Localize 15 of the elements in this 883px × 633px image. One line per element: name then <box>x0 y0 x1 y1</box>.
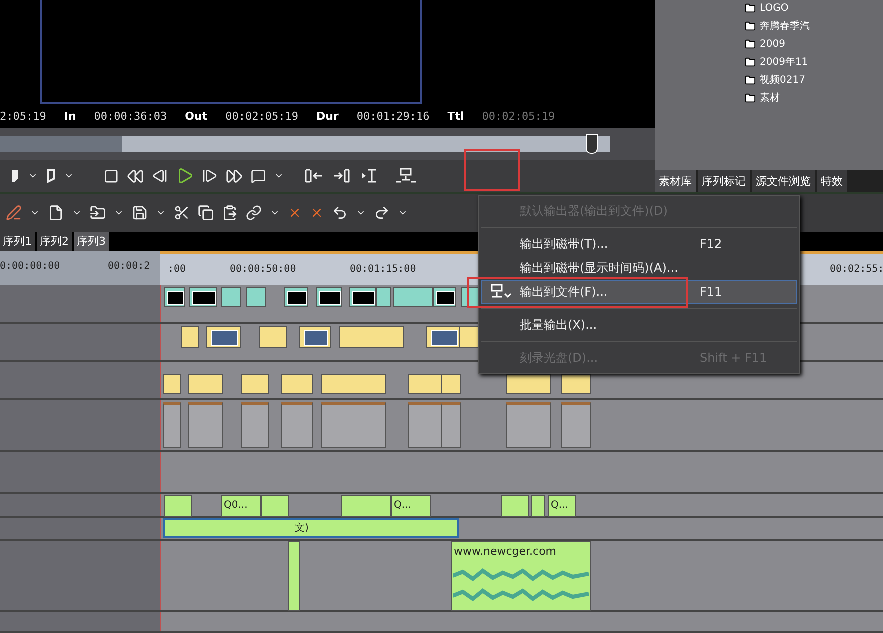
timecode-value: 00:00:36:03 <box>94 110 168 123</box>
timecode-label: Out <box>185 110 208 123</box>
timecode-label: In <box>64 110 76 123</box>
ruler-label: 00:00:50:00 <box>230 264 296 276</box>
timecode-value: 00:02:05:19 <box>226 110 298 123</box>
timecode-value: 2:05:19 <box>0 110 46 123</box>
timecode-value: 00:01:29:16 <box>356 110 430 123</box>
timecode-value: 00:02:05:19 <box>482 110 556 123</box>
ruler-label: 00:01:15:00 <box>350 264 416 276</box>
ruler-label: 00:02:55: <box>830 264 883 276</box>
ruler-label: :00 <box>168 264 186 276</box>
timecode-label: Ttl <box>448 110 464 123</box>
timecode-label: Dur <box>316 110 339 123</box>
ruler-label: 0:00:00:00 <box>0 261 60 272</box>
ruler-label: 00:00:2 <box>108 261 150 272</box>
